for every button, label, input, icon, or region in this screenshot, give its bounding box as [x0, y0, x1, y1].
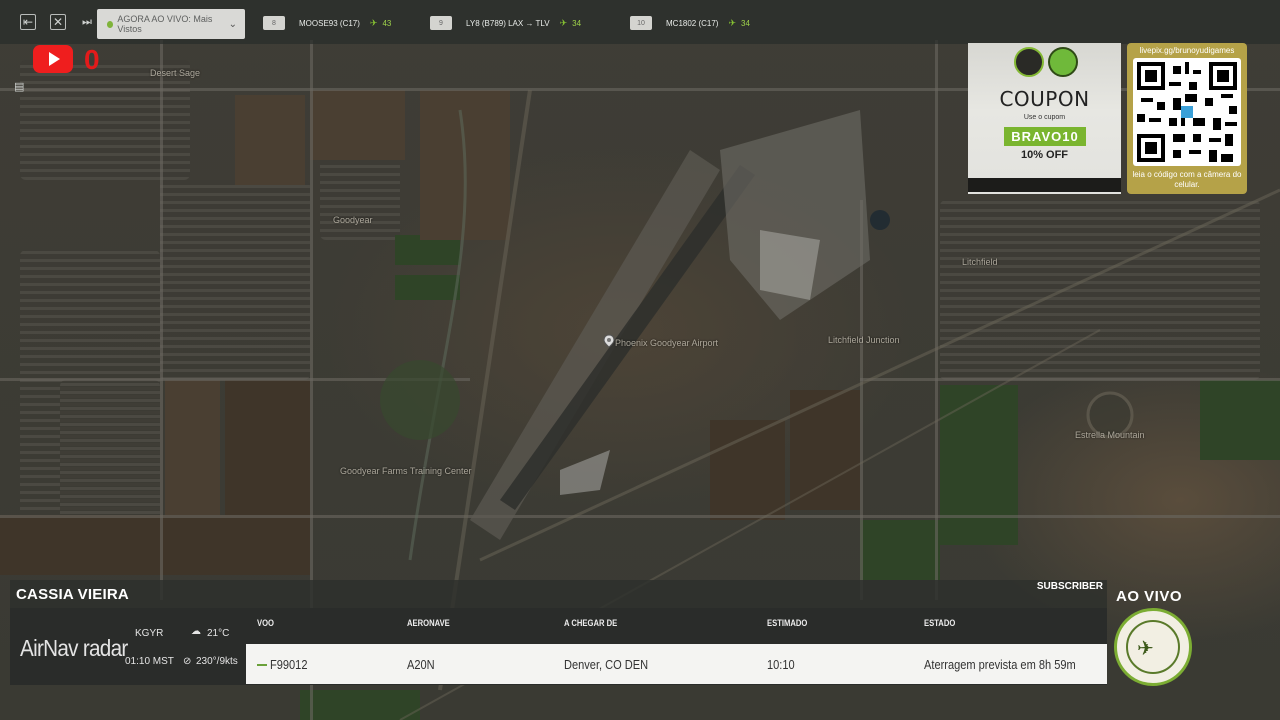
- qr-code-icon: [1133, 58, 1241, 166]
- chevron-down-icon: ⌄: [228, 18, 237, 30]
- next-icon[interactable]: ⏭: [80, 15, 94, 29]
- viewer-count: 43: [382, 18, 392, 28]
- map-label: Litchfield Junction: [828, 335, 900, 345]
- plane-icon: ✈: [369, 17, 378, 28]
- youtube-logo-icon: [33, 45, 73, 73]
- flight-chip[interactable]: 8 MOOSE93 (C17) ✈ 43: [263, 16, 391, 30]
- cell-flight: F99012: [270, 657, 308, 672]
- plane-icon: ✈: [1137, 638, 1154, 660]
- wind-value: 230°/9kts: [196, 656, 238, 667]
- flight-callsign: LY8 (B789) LAX → TLV: [466, 18, 550, 28]
- local-time: 01:10 MST: [125, 656, 174, 667]
- subscriber-name: CASSIA VIEIRA: [16, 586, 129, 603]
- header-status: ESTADO: [924, 618, 956, 628]
- map-label: Phoenix Goodyear Airport: [615, 338, 719, 348]
- qr-url: livepix.gg/brunoyudigames: [1139, 46, 1235, 55]
- qr-hint: leia o código com a câmera do celular.: [1132, 170, 1242, 189]
- plane-icon: ✈: [728, 17, 737, 28]
- rank-badge: 9: [430, 16, 452, 30]
- flight-chip[interactable]: 10 MC1802 (C17) ✈ 34: [630, 16, 750, 30]
- coupon-subtext: Use o cupom: [1023, 114, 1066, 121]
- channel-badge-logo: ✈: [1114, 608, 1192, 686]
- live-now-dropdown[interactable]: AGORA AO VIVO: Mais Vistos ⌄: [97, 9, 245, 39]
- table-row[interactable]: F99012 A20N Denver, CO DEN 10:10 Aterrag…: [246, 644, 1107, 684]
- table-header: VOO AERONAVE A CHEGAR DE ESTIMADO ESTADO: [246, 618, 1107, 640]
- header-origin: A CHEGAR DE: [564, 618, 618, 628]
- brand-logo-icon: [1014, 47, 1044, 77]
- viewer-count: 34: [741, 18, 750, 28]
- weather-cloud-icon: ☁: [191, 626, 201, 637]
- map-label: Goodyear: [333, 215, 373, 225]
- airport-pin-icon[interactable]: [603, 334, 615, 353]
- row-indicator: [257, 664, 267, 666]
- cell-aircraft: A20N: [407, 657, 435, 672]
- cell-status: Aterragem prevista em 8h 59m: [924, 657, 1076, 672]
- coupon-ad: COUPON Use o cupom BRAVO10 10% OFF: [968, 43, 1121, 194]
- flight-callsign: MOOSE93 (C17): [299, 18, 360, 28]
- collapse-sidebar-icon[interactable]: ⇤: [20, 14, 36, 30]
- cell-eta: 10:10: [767, 657, 795, 672]
- subscriber-label: SUBSCRIBER: [1036, 581, 1103, 592]
- cell-origin: Denver, CO DEN: [564, 657, 649, 672]
- airport-code: KGYR: [135, 628, 164, 639]
- qr-panel: livepix.gg/brunoyudigames leia o código …: [1127, 43, 1247, 194]
- map-label: Estrella Mountain: [1075, 430, 1145, 440]
- header-flight: VOO: [257, 618, 275, 628]
- header-eta: ESTIMADO: [767, 618, 808, 628]
- coupon-footer: [968, 178, 1121, 192]
- subscriber-banner: CASSIA VIEIRA SUBSCRIBER: [10, 580, 1107, 608]
- flight-callsign: MC1802 (C17): [666, 18, 719, 28]
- coupon-code: BRAVO10: [1004, 127, 1086, 146]
- live-indicator-icon: [107, 20, 114, 28]
- brand-logo-icon: [1048, 47, 1078, 77]
- close-window-icon[interactable]: ✕: [50, 14, 66, 30]
- live-label: AO VIVO: [1116, 588, 1183, 605]
- layers-icon[interactable]: ▤: [14, 80, 28, 93]
- wind-icon: ⊘: [183, 656, 192, 667]
- rank-badge: 10: [630, 16, 652, 30]
- viewer-count: 34: [572, 18, 582, 28]
- youtube-counter: 0: [84, 44, 100, 75]
- airnav-logo: AirNav radar: [20, 635, 128, 661]
- coupon-discount: 10% OFF: [1020, 149, 1069, 161]
- map-label: Goodyear Farms Training Center: [340, 466, 472, 476]
- temperature: 21°C: [207, 628, 230, 639]
- map-label: Litchfield: [962, 257, 998, 267]
- rank-badge: 8: [263, 16, 285, 30]
- header-aircraft: AERONAVE: [407, 618, 450, 628]
- flight-info-panel: AirNav radar KGYR 01:10 MST ☁ 21°C ⊘ 230…: [10, 608, 1107, 685]
- coupon-title: COUPON: [999, 87, 1090, 111]
- plane-icon: ✈: [559, 17, 568, 28]
- flight-chip[interactable]: 9 LY8 (B789) LAX → TLV ✈ 34: [430, 16, 581, 30]
- map-label: Desert Sage: [150, 68, 201, 78]
- live-dropdown-label: AGORA AO VIVO: Mais Vistos: [117, 14, 213, 34]
